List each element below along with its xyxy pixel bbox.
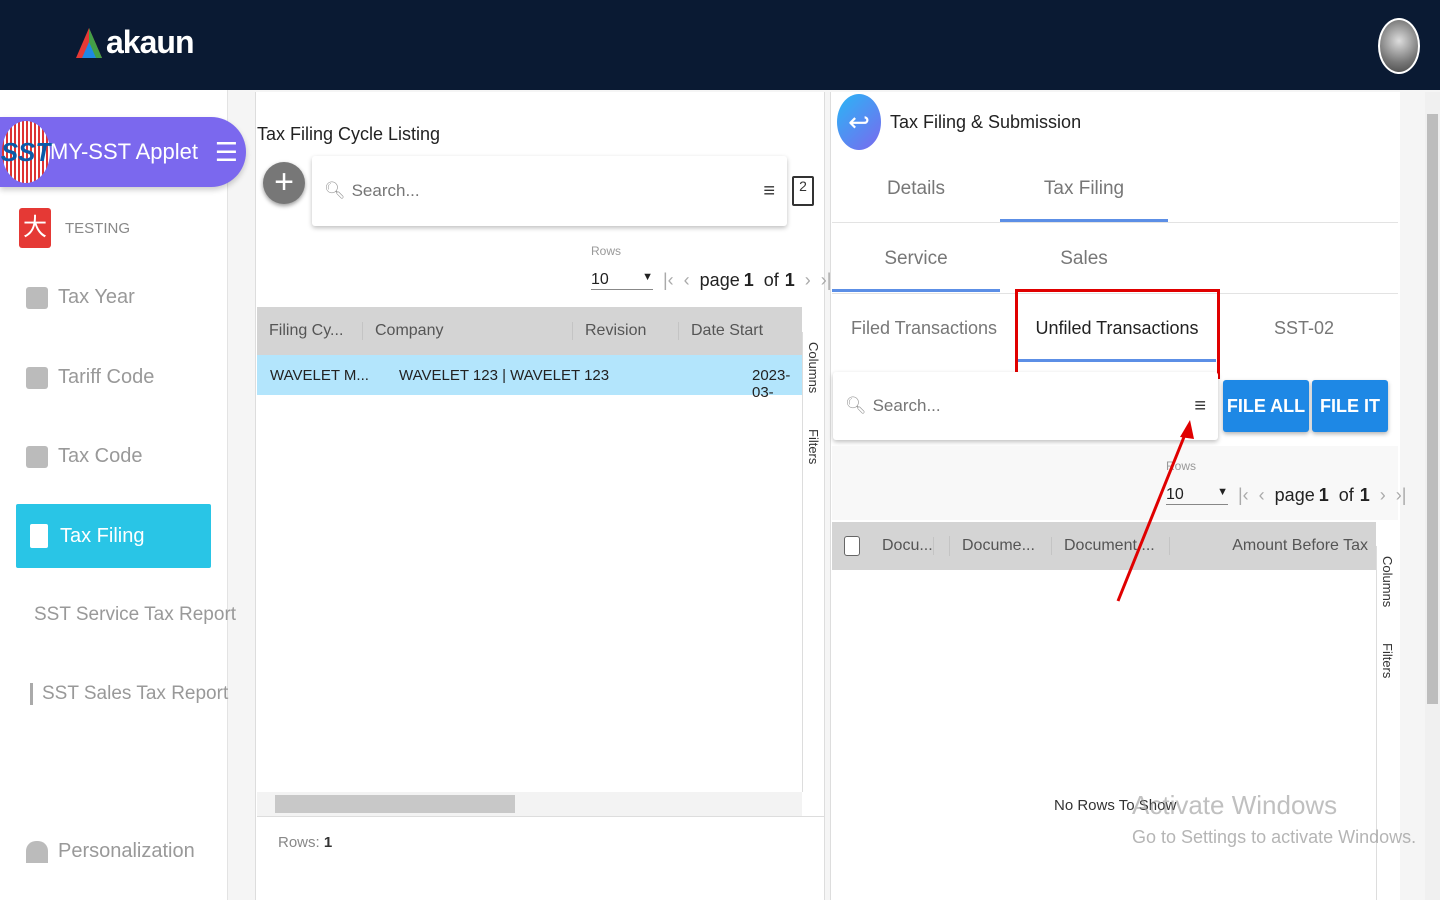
label: Tax Year [58,286,135,308]
column-header[interactable]: Amount Before Tax [1170,537,1376,555]
label: Tariff Code [58,366,155,388]
brand-name: akaun [106,24,194,60]
sidebar-item-tax-code[interactable]: Tax Code [26,445,143,468]
horizontal-scrollbar[interactable] [257,792,802,816]
sst-logo-icon: SST [1,121,51,183]
sidebar-item-sst-sales-tax-report[interactable]: SST Sales Tax Report [30,683,228,705]
sidebar-item-personalization[interactable]: Personalization [26,840,195,863]
column-header[interactable]: Docume... [950,537,1052,555]
tab-tax-filing[interactable]: Tax Filing [1000,178,1168,222]
column-header[interactable]: Date Start [679,322,763,340]
page-number: 1 [743,270,754,290]
first-page-icon[interactable]: |‹ [1238,485,1249,506]
rows-select[interactable]: 10 ▼ [591,271,653,290]
listing-search: 🔍︎ ≡ [312,156,787,226]
tab-sst-02[interactable]: SST-02 [1220,318,1388,339]
tab-service[interactable]: Service [832,248,1000,292]
copy-icon[interactable]: 2 [792,176,814,206]
calendar-icon [26,286,48,309]
rows-label: Rows [591,244,622,258]
detail-pager: 10 ▼ |‹ ‹ page 1 of 1 › ›| [1166,485,1406,506]
highlight-box [1015,289,1220,379]
document-icon [30,524,48,548]
caret-down-icon: ▼ [642,271,653,283]
of-word: of [1338,485,1354,505]
detail-grid-header: Docu... Docume... Document ... Amount Be… [832,522,1376,570]
listing-grid-header: Filing Cy... Company Revision Date Start [257,307,802,355]
column-header[interactable]: Filing Cy... [257,322,363,340]
columns-tool[interactable]: Columns [1380,556,1395,607]
listing-title: Tax Filing Cycle Listing [257,124,441,144]
search-input[interactable] [872,396,1189,416]
column-label: Docu... [870,537,934,555]
total-pages: 1 [784,270,795,290]
file-all-button[interactable]: FILE ALL [1223,380,1309,432]
cell-company: WAVELET 123 | WAVELET 123 [399,367,610,384]
column-header[interactable]: Docu... [832,536,950,556]
filters-tool[interactable]: Filters [1380,643,1395,678]
next-page-icon[interactable]: › [1380,485,1386,506]
detail-title: Tax Filing & Submission [890,112,1082,132]
caret-down-icon: ▼ [1217,486,1228,498]
tab-filed-transactions[interactable]: Filed Transactions [840,318,1008,339]
cell-date-start: 2023-03- [752,367,791,401]
avatar[interactable] [1378,18,1420,74]
column-header[interactable]: Revision [573,322,679,340]
search-icon: 🔍︎ [324,181,346,200]
filters-tool[interactable]: Filters [806,429,821,464]
akaun-logo[interactable]: akaun [74,24,194,61]
select-all-checkbox[interactable] [844,536,860,556]
activation-watermark-text: Go to Settings to activate Windows. [1132,827,1417,847]
vertical-scrollbar[interactable] [1425,92,1440,900]
org-selector[interactable]: 大 TESTING [19,208,130,248]
label: Tax Filing [60,524,145,547]
top-bar [0,0,1440,90]
file-it-button[interactable]: FILE IT [1312,380,1388,432]
listing-pager: 10 ▼ |‹ ‹ page 1 of 1 › ›| [591,270,831,291]
next-page-icon[interactable]: › [805,270,811,291]
org-logo-icon: 大 [19,208,51,248]
tab-details[interactable]: Details [832,178,1000,200]
first-page-icon[interactable]: |‹ [663,270,674,291]
tab-sales[interactable]: Sales [1000,248,1168,270]
table-row[interactable]: WAVELET M... WAVELET 123 | WAVELET 123 2… [257,355,802,401]
applet-header: SST MY-SST Applet ☰ [0,117,246,187]
org-name: TESTING [65,219,131,237]
collapse-menu-icon[interactable]: ☰ [215,137,238,168]
columns-tool[interactable]: Columns [806,342,821,393]
rows-count: Rows: 1 [278,834,332,851]
add-button[interactable]: + [263,162,305,204]
back-button[interactable]: ↩ [837,94,881,150]
filter-icon[interactable]: ≡ [763,180,775,203]
activation-watermark-title: Activate Windows [1132,790,1338,820]
applet-title: MY-SST Applet [50,139,198,164]
page-number: 1 [1318,485,1329,505]
logo-icon [76,27,102,58]
total-pages: 1 [1359,485,1370,505]
tags-icon [26,445,48,468]
page-word: page [1274,485,1315,505]
grid-tool-panel: Columns Filters [802,332,824,792]
prev-page-icon[interactable]: ‹ [684,270,690,291]
tag-icon [26,366,48,389]
sidebar-item-sst-service-tax-report[interactable]: SST Service Tax Report [34,604,236,626]
red-arrow-annotation [1116,420,1194,602]
sidebar-item-tax-filing[interactable]: Tax Filing [16,504,211,568]
label: Personalization [58,840,195,862]
cell-filing-cycle: WAVELET M... [270,367,369,384]
column-header[interactable]: Company [363,322,573,340]
search-icon: 🔍︎ [845,396,867,415]
rows-count-label: Rows: [278,834,320,851]
rows-count-value: 1 [323,834,333,851]
last-page-icon[interactable]: ›| [1396,485,1407,506]
sidebar-item-tax-year[interactable]: Tax Year [26,286,135,309]
prev-page-icon[interactable]: ‹ [1259,485,1265,506]
page-word: page [699,270,740,290]
of-word: of [763,270,779,290]
headset-icon [26,840,48,863]
search-input[interactable] [351,181,758,201]
sidebar-item-tariff-code[interactable]: Tariff Code [26,366,154,389]
label: Tax Code [58,445,143,467]
rows-value: 10 [591,271,609,288]
